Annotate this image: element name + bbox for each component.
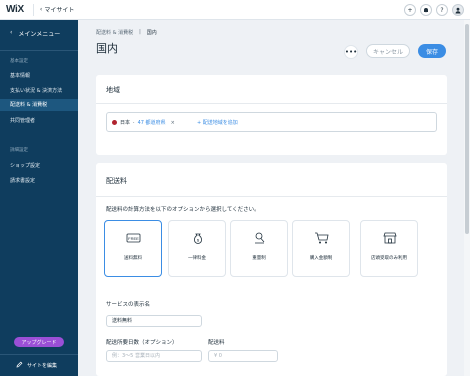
svg-text:$: $ <box>197 238 200 243</box>
region-card: 地域 日本 · 47 都道府県 × + 配送地域を追加 <box>96 75 447 155</box>
bell-icon[interactable] <box>420 4 432 16</box>
weight-icon <box>255 232 265 244</box>
chevron-left-icon: ‹ <box>10 29 13 36</box>
region-tag-separator: · <box>133 119 135 126</box>
sidebar-item-payments[interactable]: 支払い状況 & 決済方法 <box>10 87 62 94</box>
breadcrumb: 配送料 & 消費税 | 国内 <box>96 29 157 36</box>
sidebar-item-co-admins[interactable]: 共同管理者 <box>10 117 35 124</box>
scrollbar-thumb[interactable] <box>465 24 469 234</box>
region-card-title: 地域 <box>106 86 120 94</box>
region-tag-subregions[interactable]: 47 都道府県 <box>138 119 166 126</box>
help-icon[interactable]: ? <box>436 4 448 16</box>
cart-icon <box>315 232 329 244</box>
avatar[interactable] <box>452 4 464 16</box>
free-icon: FREE <box>126 233 141 243</box>
cancel-button[interactable]: キャンセル <box>366 44 410 58</box>
sidebar: ‹ メインメニュー 基本設定 基本情報 支払い状況 & 決済方法 配送料 & 消… <box>0 20 78 376</box>
svg-text:FREE: FREE <box>128 236 139 241</box>
pencil-icon <box>16 361 23 370</box>
remove-tag-button[interactable]: × <box>171 120 175 126</box>
sidebar-section-title: 基本設定 <box>10 59 28 64</box>
edit-site-label: サイトを編集 <box>27 363 58 369</box>
add-icon[interactable]: + <box>404 4 416 16</box>
wix-logo[interactable]: WiX <box>6 4 24 15</box>
edit-site-button[interactable]: サイトを編集 <box>16 361 57 370</box>
divider <box>0 354 78 355</box>
option-label: 重量制 <box>252 256 266 261</box>
store-icon <box>383 232 397 244</box>
save-button[interactable]: 保存 <box>418 44 446 58</box>
japan-flag-icon <box>112 120 117 125</box>
top-bar: WiX ‹ マイサイト + ? <box>0 0 470 20</box>
my-site-link[interactable]: ‹ マイサイト <box>40 5 74 14</box>
delivery-time-label: 配送所要日数（オプション） <box>106 340 178 346</box>
page-title: 国内 <box>96 42 118 55</box>
money-bag-icon: $ <box>194 233 202 244</box>
region-tag: 日本 · 47 都道府県 × <box>112 118 175 127</box>
sidebar-item-basic-info[interactable]: 基本情報 <box>10 72 30 79</box>
option-store-pickup[interactable]: 店頭受取のみ利用 <box>360 220 418 277</box>
chevron-left-icon: ‹ <box>39 6 43 13</box>
option-label: 購入金額制 <box>309 256 333 261</box>
main-menu-link[interactable]: ‹ メインメニュー <box>10 29 60 38</box>
shipping-card: 配送料 配送料の計算方法を以下のオプションから選択してください。 FREE 送料… <box>96 163 447 376</box>
service-name-label: サービスの表示名 <box>106 302 151 308</box>
breadcrumb-item[interactable]: 配送料 & 消費税 <box>96 29 133 36</box>
option-label: 一律料金 <box>188 256 206 261</box>
divider <box>96 103 447 104</box>
add-region-link[interactable]: + 配送地域を追加 <box>197 119 238 126</box>
shipping-fee-label: 配送料 <box>208 340 225 346</box>
shipping-fee-input[interactable]: ¥ 0 <box>208 350 278 362</box>
shipping-card-title: 配送料 <box>106 177 127 185</box>
option-flat-rate[interactable]: $ 一律料金 <box>168 220 226 277</box>
breadcrumb-current: 国内 <box>146 30 157 36</box>
shipping-description: 配送料の計算方法を以下のオプションから選択してください。 <box>106 207 260 213</box>
divider <box>32 3 34 16</box>
my-site-label: マイサイト <box>44 7 75 14</box>
upgrade-button[interactable]: アップグレード <box>14 337 64 347</box>
service-name-input[interactable]: 送料無料 <box>106 315 202 327</box>
more-actions-button[interactable]: ••• <box>344 45 358 59</box>
divider <box>96 196 447 197</box>
sidebar-item-shipping-tax[interactable]: 配送料 & 消費税 <box>0 99 78 111</box>
divider <box>0 50 78 51</box>
main-menu-label: メインメニュー <box>18 31 61 38</box>
region-tag-country: 日本 <box>120 120 131 126</box>
sidebar-section-title: 詳細設定 <box>10 148 28 153</box>
sidebar-item-store-settings[interactable]: ショップ設定 <box>10 162 40 169</box>
region-input[interactable]: 日本 · 47 都道府県 × + 配送地域を追加 <box>106 112 437 132</box>
delivery-time-input[interactable]: 例：3〜5 営業日以内 <box>106 350 202 362</box>
option-label: 送料無料 <box>124 256 142 261</box>
option-price-based[interactable]: 購入金額制 <box>292 220 350 277</box>
option-weight-based[interactable]: 重量制 <box>230 220 288 277</box>
breadcrumb-separator: | <box>139 29 141 35</box>
option-label: 店頭受取のみ利用 <box>371 256 407 261</box>
option-free-shipping[interactable]: FREE 送料無料 <box>104 220 162 277</box>
sidebar-item-invoice-settings[interactable]: 請求書設定 <box>10 177 35 184</box>
